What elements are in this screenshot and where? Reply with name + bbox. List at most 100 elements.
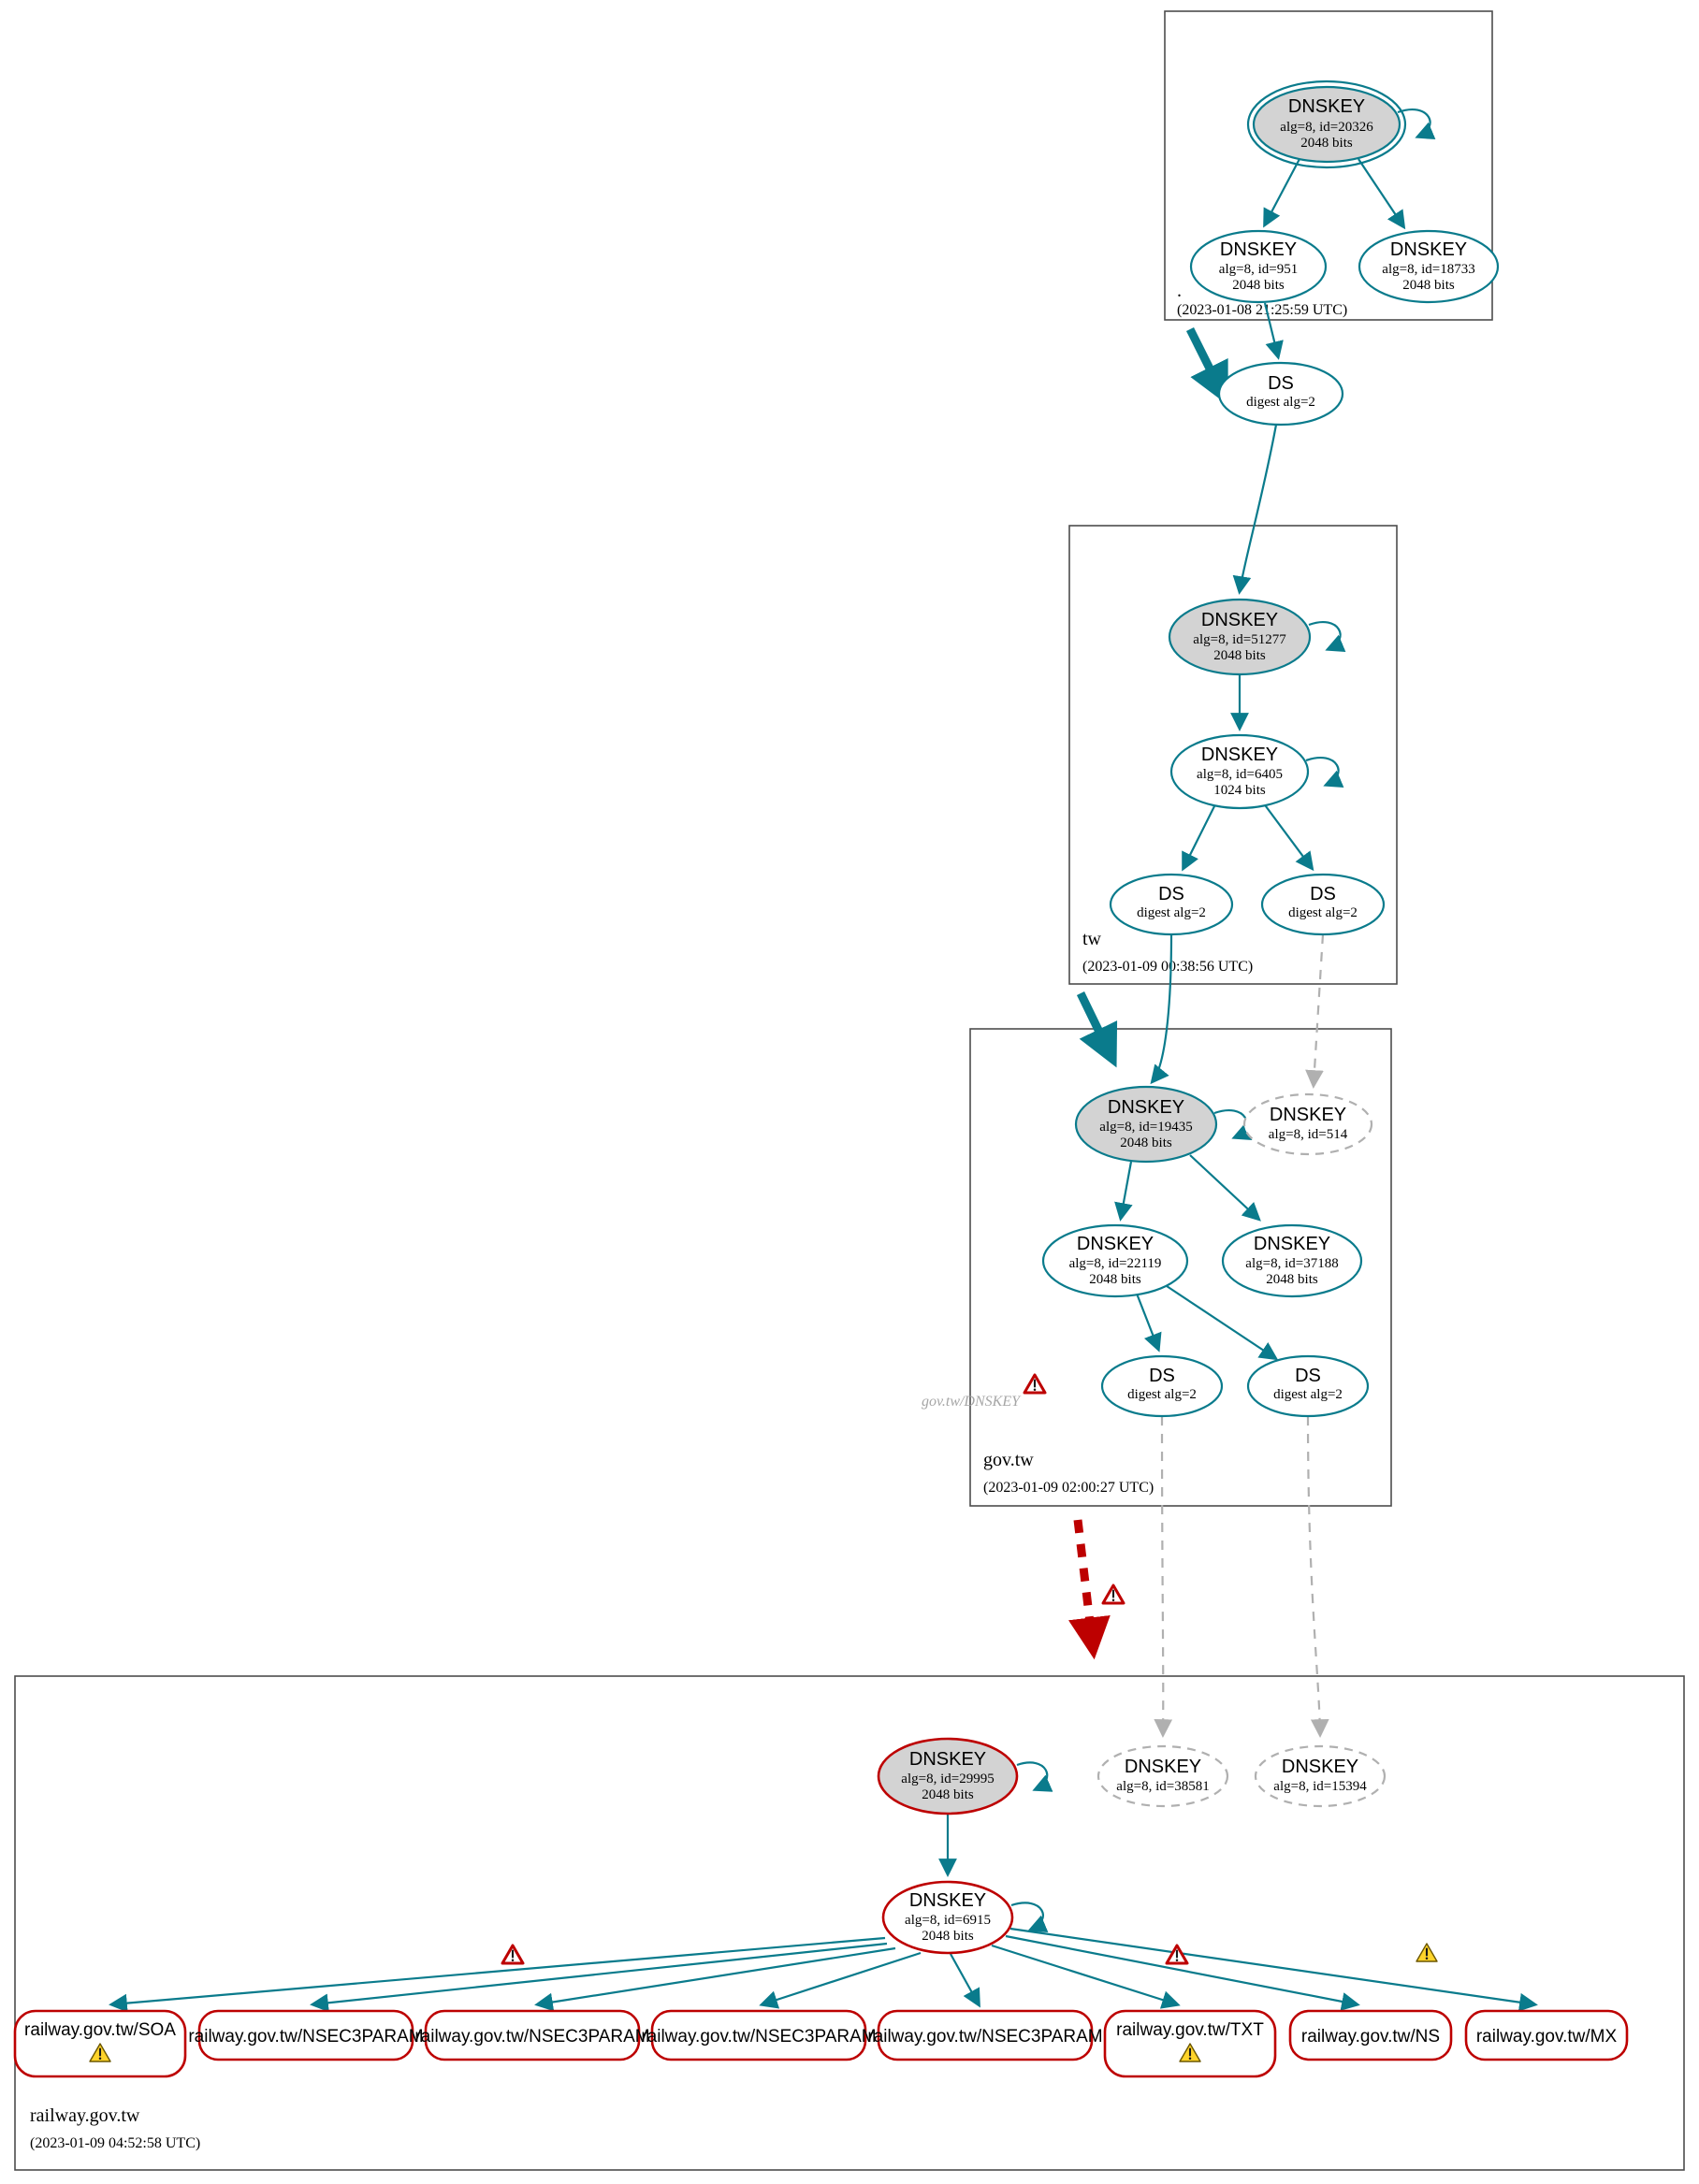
node-govtw-ds-b[interactable]: DS digest alg=2 [1246, 1354, 1370, 1418]
rrset-railway-nsec3param-1[interactable]: railway.gov.tw/NSEC3PARAM [188, 2009, 424, 2061]
zone-timestamp-tw: (2023-01-09 00:38:56 UTC) [1082, 959, 1253, 975]
rrset-label: railway.gov.tw/SOA [24, 2020, 176, 2040]
node-digest: digest alg=2 [1246, 395, 1315, 410]
node-alg-id: alg=8, id=22119 [1069, 1256, 1162, 1271]
node-railway-ksk-29995[interactable]: DNSKEY alg=8, id=29995 2048 bits [877, 1737, 1019, 1815]
edge-railway-zsk-selfsign [1010, 1902, 1049, 1933]
dnssec-graph-canvas: . (2023-01-08 21:25:59 UTC) tw (2023-01-… [13, 10, 1685, 2171]
zone-label-tw: tw [1082, 929, 1102, 949]
node-tw-ds-a[interactable]: DS digest alg=2 [1109, 873, 1234, 936]
node-keysize: 2048 bits [1213, 648, 1266, 663]
rrset-railway-ns[interactable]: railway.gov.tw/NS [1288, 2009, 1453, 2061]
node-keysize: 2048 bits [1402, 278, 1455, 293]
rrset-railway-txt[interactable]: railway.gov.tw/TXT [1103, 2009, 1277, 2078]
node-keysize: 2048 bits [922, 1929, 974, 1944]
node-alg-id: alg=8, id=19435 [1099, 1120, 1192, 1135]
node-alg-id: alg=8, id=6405 [1197, 767, 1283, 782]
edge-railway-ksk-selfsign [1016, 1761, 1053, 1792]
node-keysize: 2048 bits [1120, 1135, 1172, 1150]
edge-tw-ksk-selfsign [1308, 621, 1346, 653]
dnssec-chain-diagram: . (2023-01-08 21:25:59 UTC) tw (2023-01-… [0, 0, 1699, 2184]
edge-govtw-ksk-to-zsk22119 [1114, 1161, 1133, 1222]
rrset-label: railway.gov.tw/NSEC3PARAM [188, 2027, 423, 2047]
node-kind-label: DNSKEY [1201, 745, 1278, 765]
node-root-zsk-18733[interactable]: DNSKEY alg=8, id=18733 2048 bits [1358, 229, 1500, 304]
node-alg-id: alg=8, id=6915 [905, 1913, 991, 1928]
zone-timestamp-govtw: (2023-01-09 02:00:27 UTC) [983, 1480, 1154, 1496]
zone-timestamp-root: (2023-01-08 21:25:59 UTC) [1177, 302, 1347, 318]
rrset-label: railway.gov.tw/NSEC3PARAM [641, 2027, 876, 2047]
rrset-railway-nsec3param-2[interactable]: railway.gov.tw/NSEC3PARAM [414, 2009, 650, 2061]
node-govtw-ksk-19435[interactable]: DNSKEY alg=8, id=19435 2048 bits [1074, 1085, 1218, 1164]
node-kind-label: DS [1268, 373, 1294, 394]
badge-error-label: gov.tw/DNSKEY [922, 1394, 1022, 1410]
node-kind-label: DNSKEY [1254, 1234, 1330, 1254]
node-kind-label: DNSKEY [1077, 1234, 1154, 1254]
rrset-label: railway.gov.tw/MX [1476, 2027, 1618, 2047]
edge-railway-zsk-to-nsec3param-3 [759, 1951, 922, 2009]
edge-root-ksk-to-zsk18733 [1358, 158, 1406, 230]
badge-delegation-error[interactable] [1101, 1584, 1125, 1605]
node-alg-id: alg=8, id=514 [1269, 1127, 1348, 1142]
edge-tw-zsk-to-ds-a [1182, 802, 1217, 872]
node-govtw-ds-a[interactable]: DS digest alg=2 [1100, 1354, 1224, 1418]
edge-railway-zsk-to-nsec3param-2 [534, 1946, 896, 2012]
edge-tw-zsk-to-ds-b [1262, 802, 1314, 872]
node-root-ds-tw[interactable]: DS digest alg=2 [1217, 361, 1344, 427]
rrset-railway-mx[interactable]: railway.gov.tw/MX [1464, 2009, 1629, 2061]
zone-label-root: . [1177, 281, 1182, 301]
node-digest: digest alg=2 [1127, 1387, 1197, 1402]
node-keysize: 2048 bits [922, 1787, 974, 1802]
node-railway-insecure-38581[interactable]: DNSKEY alg=8, id=38581 [1096, 1744, 1229, 1808]
node-kind-label: DNSKEY [1270, 1105, 1346, 1125]
edge-govtw-ds-a-to-railway-insecure38581 [1154, 1415, 1173, 1738]
node-kind-label: DNSKEY [1282, 1757, 1358, 1777]
rrset-railway-soa[interactable]: railway.gov.tw/SOA [13, 2009, 187, 2078]
node-govtw-insecure-514[interactable]: DNSKEY alg=8, id=514 [1242, 1092, 1373, 1156]
edge-govtw-ds-b-to-railway-insecure15394 [1306, 1415, 1329, 1738]
node-tw-zsk-6405[interactable]: DNSKEY alg=8, id=6405 1024 bits [1169, 733, 1310, 810]
node-digest: digest alg=2 [1288, 905, 1358, 920]
node-kind-label: DNSKEY [1108, 1097, 1184, 1118]
node-govtw-zsk-37188[interactable]: DNSKEY alg=8, id=37188 2048 bits [1221, 1223, 1363, 1298]
rrset-railway-nsec3param-3[interactable]: railway.gov.tw/NSEC3PARAM [641, 2009, 877, 2061]
edge-govtw-ksk-to-zsk37188 [1189, 1154, 1261, 1222]
rrset-label: railway.gov.tw/NSEC3PARAM [414, 2027, 649, 2047]
node-keysize: 2048 bits [1089, 1272, 1141, 1287]
badge-gov-dnskey-error[interactable]: gov.tw/DNSKEY [922, 1373, 1047, 1410]
node-digest: digest alg=2 [1137, 905, 1206, 920]
edge-railway-zsk-to-soa [109, 1936, 886, 2013]
node-kind-label: DNSKEY [1201, 610, 1278, 630]
rrset-label: railway.gov.tw/NS [1301, 2027, 1440, 2047]
node-railway-zsk-6915[interactable]: DNSKEY alg=8, id=6915 2048 bits [881, 1880, 1014, 1955]
rrset-label: railway.gov.tw/NSEC3PARAM [867, 2027, 1102, 2047]
node-kind-label: DNSKEY [909, 1749, 986, 1770]
node-govtw-zsk-22119[interactable]: DNSKEY alg=8, id=22119 2048 bits [1041, 1223, 1189, 1298]
node-root-ksk-20326[interactable]: DNSKEY alg=8, id=20326 2048 bits [1246, 80, 1407, 169]
edge-root-ds-to-tw-ksk [1232, 424, 1278, 595]
node-keysize: 2048 bits [1232, 278, 1285, 293]
edge-govtw-zsk22119-to-ds-b [1166, 1285, 1279, 1361]
node-tw-ksk-51277[interactable]: DNSKEY alg=8, id=51277 2048 bits [1168, 598, 1312, 676]
edge-railway-zsk-to-txt [991, 1944, 1181, 2009]
node-root-zsk-951[interactable]: DNSKEY alg=8, id=951 2048 bits [1189, 229, 1328, 304]
node-keysize: 2048 bits [1300, 136, 1353, 151]
badge-edge-soa-error[interactable] [501, 1944, 525, 1965]
rrset-railway-nsec3param-4[interactable]: railway.gov.tw/NSEC3PARAM [867, 2009, 1103, 2061]
edge-tw-zsk-selfsign [1305, 757, 1344, 788]
edge-tw-ds-to-govtw-insecure514 [1305, 933, 1325, 1089]
node-keysize: 1024 bits [1213, 783, 1266, 798]
zone-label-railwaygovtw: railway.gov.tw [30, 2105, 140, 2126]
node-tw-ds-b[interactable]: DS digest alg=2 [1260, 873, 1386, 936]
node-kind-label: DNSKEY [1125, 1757, 1201, 1777]
rrset-label: railway.gov.tw/TXT [1116, 2020, 1264, 2040]
edge-railway-zsk-to-nsec3param-4 [950, 1953, 980, 2008]
zone-timestamp-railwaygovtw: (2023-01-09 04:52:58 UTC) [30, 2135, 200, 2151]
node-railway-insecure-15394[interactable]: DNSKEY alg=8, id=15394 [1254, 1744, 1387, 1808]
badge-edge-ns-warning[interactable] [1415, 1942, 1439, 1963]
edge-tw-ds-to-govtw-ksk [1150, 933, 1173, 1085]
node-alg-id: alg=8, id=15394 [1273, 1779, 1367, 1794]
node-alg-id: alg=8, id=951 [1219, 262, 1298, 277]
edge-govtw-ksk-selfsign [1213, 1109, 1253, 1141]
node-kind-label: DS [1310, 884, 1336, 904]
